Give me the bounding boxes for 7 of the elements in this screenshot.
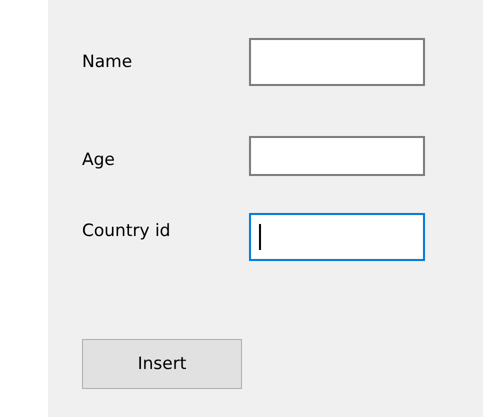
field-label: Age [82,149,115,172]
input-field[interactable] [249,213,425,261]
field-label: Name [82,51,132,74]
insert-button[interactable]: Insert [82,339,242,389]
field-label: Country id [82,220,170,243]
input-field[interactable] [249,38,425,86]
input-field[interactable] [249,136,425,176]
